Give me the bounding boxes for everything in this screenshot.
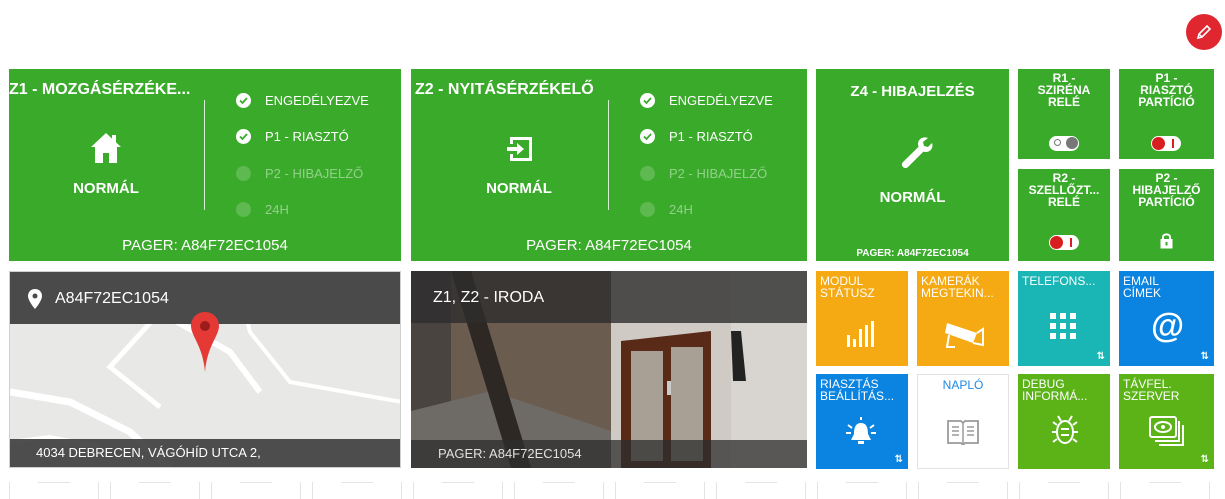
server-icon: [1149, 416, 1184, 446]
phonebook-tile[interactable]: TELEFONS... ⇅: [1018, 271, 1110, 366]
check-icon: [236, 129, 251, 144]
status-row: P2 - HIBAJELZŐ: [640, 166, 767, 181]
relay-tile-r2[interactable]: R2 - SZELLŐZT... RELÉ: [1018, 169, 1110, 261]
empty-slot: [1120, 482, 1210, 499]
bar-chart-icon: [847, 321, 874, 347]
app-label: MODUL STÁTUSZ: [820, 274, 875, 300]
app-label: NAPLÓ: [942, 378, 984, 392]
zone-tile-z2[interactable]: Z2 - NYITÁSÉRZÉKELŐ NORMÁL ENGEDÉLYEZVE …: [411, 69, 807, 261]
relay-title: R2 - SZELLŐZT... RELÉ: [1028, 171, 1100, 209]
check-icon: [640, 129, 655, 144]
empty-slot: [1019, 482, 1109, 499]
zone-status: NORMÁL: [486, 180, 552, 197]
status-row: P2 - HIBAJELZŐ: [236, 166, 363, 181]
app-label: TELEFONS...: [1022, 274, 1096, 288]
app-label: TÁVFEL. SZERVER: [1123, 377, 1180, 403]
status-row: 24H: [640, 202, 693, 217]
pager-label: PAGER: A84F72EC1054: [856, 248, 969, 259]
zone-status: NORMÁL: [73, 180, 139, 197]
zone-status: NORMÁL: [879, 189, 946, 206]
zone-title: Z4 - HIBAJELZÉS: [850, 83, 975, 100]
empty-slot: [312, 482, 402, 499]
settings-sliders-icon[interactable]: ⇅: [1201, 454, 1209, 465]
status-row: P1 - RIASZTÓ: [640, 129, 753, 144]
check-icon: [236, 93, 251, 108]
check-icon: [640, 93, 655, 108]
partition-tile-p2[interactable]: P2 - HIBAJELZŐ PARTÍCIÓ: [1119, 169, 1214, 261]
camera-title: Z1, Z2 - IRODA: [433, 289, 545, 306]
remote-server-tile[interactable]: TÁVFEL. SZERVER ⇅: [1119, 374, 1214, 469]
lock-icon: [1160, 233, 1173, 249]
empty-slot: [918, 482, 1008, 499]
camera-pager: PAGER: A84F72EC1054: [438, 446, 582, 461]
partition-title: P2 - HIBAJELZŐ PARTÍCIÓ: [1132, 171, 1201, 209]
status-row: P1 - RIASZTÓ: [236, 129, 349, 144]
empty-slot: [817, 482, 907, 499]
app-label: RIASZTÁS BEÁLLÍTÁS...: [820, 377, 895, 403]
at-sign-icon: @: [1151, 307, 1185, 345]
alarm-settings-tile[interactable]: RIASZTÁS BEÁLLÍTÁS... ⇅: [816, 374, 908, 469]
ventilation-relay-toggle[interactable]: [1049, 235, 1079, 250]
zone-title: Z2 - NYITÁSÉRZÉKELŐ: [415, 81, 594, 98]
book-icon: [947, 420, 979, 445]
empty-slot: [211, 482, 301, 499]
home-icon: [91, 133, 121, 163]
map-title: A84F72EC1054: [55, 290, 169, 307]
wrench-icon: [901, 137, 933, 169]
map-marker-icon[interactable]: [191, 312, 219, 372]
zone-title: Z1 - MOZGÁSÉRZÉKE...: [9, 81, 191, 98]
empty-slot: [110, 482, 200, 499]
module-status-tile[interactable]: MODUL STÁTUSZ: [816, 271, 908, 366]
zone-tile-z4[interactable]: Z4 - HIBAJELZÉS NORMÁL PAGER: A84F72EC10…: [816, 69, 1009, 261]
door-enter-icon: [507, 137, 532, 161]
app-label: KAMERÁK MEGTEKIN...: [921, 274, 994, 300]
pager-label: PAGER: A84F72EC1054: [526, 237, 692, 254]
inactive-dot-icon: [640, 202, 655, 217]
zone-tile-z1[interactable]: Z1 - MOZGÁSÉRZÉKE... NORMÁL ENGEDÉLYEZVE…: [9, 69, 401, 261]
status-row: 24H: [236, 202, 289, 217]
status-row: ENGEDÉLYEZVE: [236, 93, 369, 108]
alarm-partition-toggle[interactable]: [1151, 136, 1181, 151]
pager-label: PAGER: A84F72EC1054: [122, 237, 288, 254]
inactive-dot-icon: [236, 202, 251, 217]
app-label: EMAIL CÍMEK: [1123, 274, 1162, 300]
cctv-camera-icon: [945, 323, 984, 348]
empty-slot: [716, 482, 806, 499]
partition-title: P1 - RIASZTÓ PARTÍCIÓ: [1138, 71, 1195, 109]
status-row: ENGEDÉLYEZVE: [640, 93, 773, 108]
relay-tile-r1[interactable]: R1 - SZIRÉNA RELÉ: [1018, 69, 1110, 159]
empty-slot: [413, 482, 503, 499]
map-tile[interactable]: A84F72EC1054 4034 DEBRECEN, VÁGÓHÍD UTCA…: [9, 271, 401, 468]
empty-slot: [514, 482, 604, 499]
cameras-tile[interactable]: KAMERÁK MEGTEKIN...: [917, 271, 1009, 366]
log-tile[interactable]: NAPLÓ: [917, 374, 1009, 469]
empty-slot: [615, 482, 705, 499]
relay-title: R1 - SZIRÉNA RELÉ: [1037, 71, 1091, 109]
settings-sliders-icon[interactable]: ⇅: [1201, 351, 1209, 362]
keypad-icon: [1050, 313, 1076, 339]
empty-slot: [9, 482, 99, 499]
pencil-icon: [1196, 24, 1212, 40]
alarm-icon: [846, 417, 876, 444]
partition-tile-p1[interactable]: P1 - RIASZTÓ PARTÍCIÓ: [1119, 69, 1214, 159]
siren-relay-toggle[interactable]: [1049, 136, 1079, 151]
bug-icon: [1052, 415, 1078, 444]
settings-sliders-icon[interactable]: ⇅: [895, 454, 903, 465]
email-addresses-tile[interactable]: EMAIL CÍMEK @ ⇅: [1119, 271, 1214, 366]
edit-button[interactable]: [1186, 14, 1222, 50]
location-pin-icon: [28, 289, 42, 309]
debug-info-tile[interactable]: DEBUG INFORMÁ...: [1018, 374, 1110, 469]
settings-sliders-icon[interactable]: ⇅: [1097, 351, 1105, 362]
inactive-dot-icon: [640, 166, 655, 181]
app-label: DEBUG INFORMÁ...: [1022, 377, 1088, 403]
map-address: 4034 DEBRECEN, VÁGÓHÍD UTCA 2,: [36, 445, 261, 460]
camera-tile[interactable]: Z1, Z2 - IRODA PAGER: A84F72EC1054: [411, 271, 807, 468]
inactive-dot-icon: [236, 166, 251, 181]
